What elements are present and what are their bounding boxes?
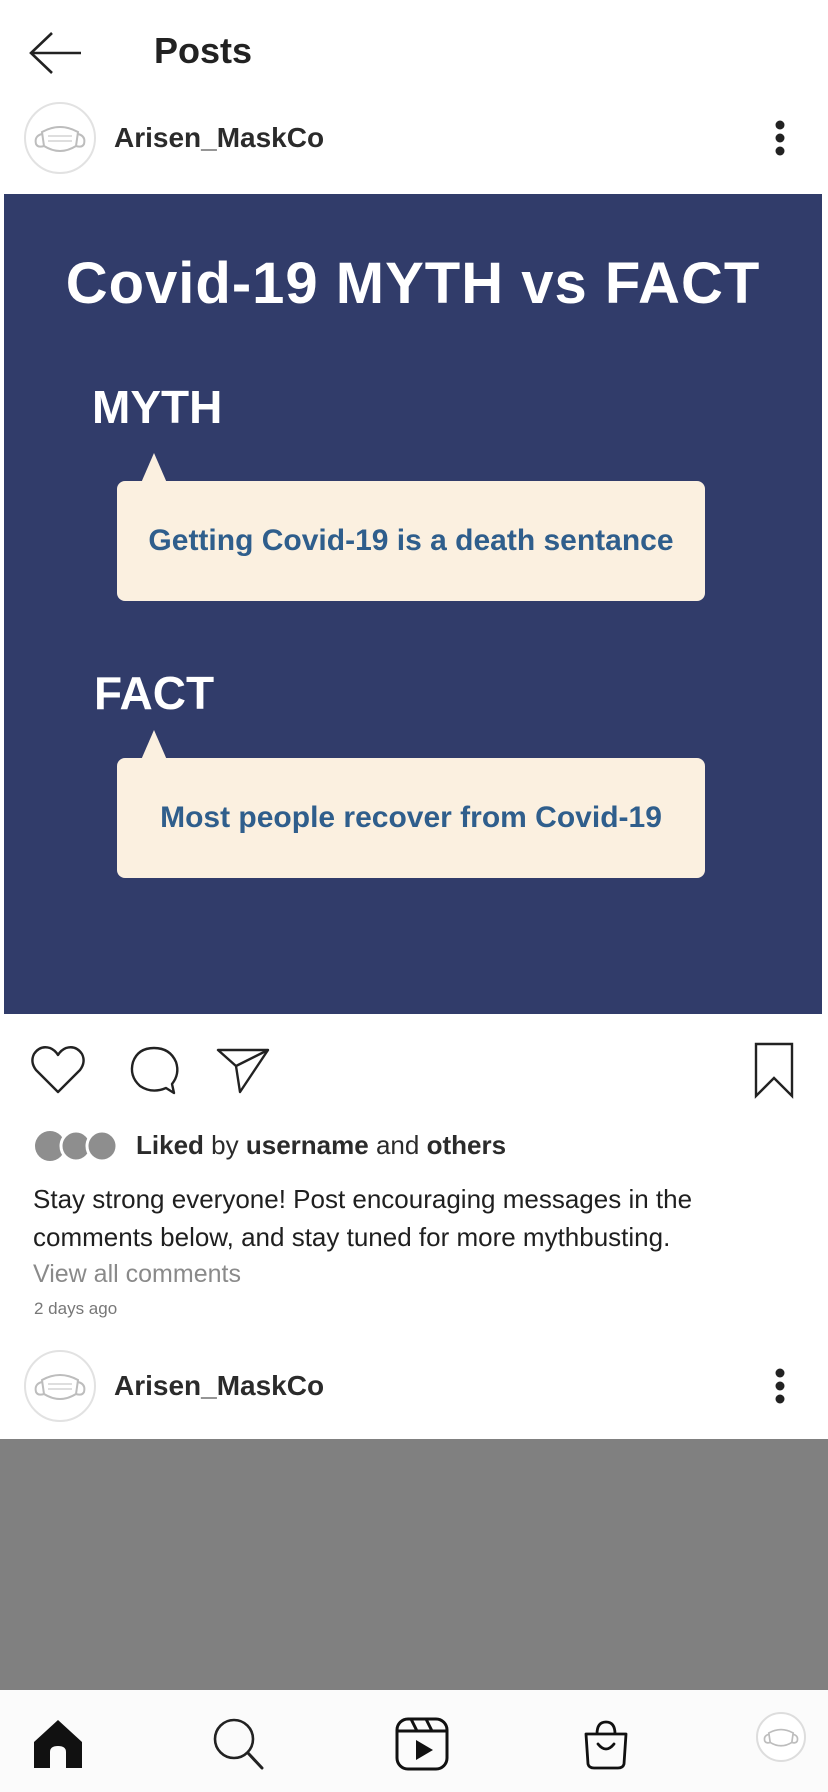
reels-icon (395, 1717, 449, 1771)
bookmark-icon (754, 1042, 794, 1099)
search-icon (213, 1718, 264, 1770)
liked-by-text[interactable]: Liked by username and others (136, 1130, 506, 1161)
comment-icon (130, 1046, 179, 1095)
post-username[interactable]: Arisen_MaskCo (114, 122, 324, 154)
back-button[interactable] (28, 30, 84, 76)
nav-profile-avatar[interactable] (756, 1712, 806, 1762)
more-vertical-icon (775, 120, 785, 156)
fact-bubble: Most people recover from Covid-19 (117, 730, 705, 878)
shop-icon (584, 1720, 628, 1770)
likes-row: Liked by username and others (34, 1126, 794, 1166)
myth-label: MYTH (92, 381, 223, 433)
more-vertical-icon (775, 1368, 785, 1404)
post-username[interactable]: Arisen_MaskCo (114, 1370, 324, 1402)
post-header: Arisen_MaskCo (0, 1350, 828, 1430)
nav-search-button[interactable] (210, 1716, 266, 1772)
like-button[interactable] (28, 1040, 88, 1100)
post-timestamp: 2 days ago (34, 1299, 118, 1318)
post-image-placeholder[interactable] (0, 1439, 828, 1690)
bottom-nav (0, 1690, 828, 1792)
more-options-button[interactable] (766, 1366, 794, 1406)
send-icon (216, 1048, 270, 1094)
avatar[interactable] (24, 1350, 96, 1422)
image-title: Covid-19 MYTH vs FACT (65, 251, 761, 316)
comment-button[interactable] (124, 1040, 184, 1100)
face-mask-icon (34, 1374, 86, 1400)
post-actions (0, 1040, 828, 1110)
home-icon (34, 1720, 82, 1768)
heart-icon (31, 1046, 85, 1094)
myth-bubble: Getting Covid-19 is a death sentance (117, 453, 705, 601)
myth-text: Getting Covid-19 is a death sentance (148, 524, 674, 557)
arrow-left-icon (29, 32, 81, 74)
post-image[interactable]: Covid-19 MYTH vs FACT MYTH Getting Covid… (4, 194, 822, 1014)
save-button[interactable] (744, 1040, 804, 1100)
page-title: Posts (154, 30, 253, 71)
nav-shop-button[interactable] (578, 1716, 634, 1772)
post-header: Arisen_MaskCo (0, 102, 828, 182)
fact-label: FACT (94, 667, 215, 719)
face-mask-icon (763, 1728, 799, 1747)
liked-by-avatars[interactable] (34, 1130, 118, 1162)
nav-reels-button[interactable] (394, 1716, 450, 1772)
share-button[interactable] (214, 1040, 274, 1100)
fact-text: Most people recover from Covid-19 (160, 801, 662, 834)
nav-home-button[interactable] (30, 1716, 86, 1772)
avatar[interactable] (24, 102, 96, 174)
view-all-comments-link[interactable]: View all comments (33, 1260, 241, 1289)
top-header: Posts (0, 0, 828, 100)
face-mask-icon (34, 126, 86, 152)
more-options-button[interactable] (766, 118, 794, 158)
post-caption: Stay strong everyone! Post encouraging m… (33, 1184, 693, 1252)
